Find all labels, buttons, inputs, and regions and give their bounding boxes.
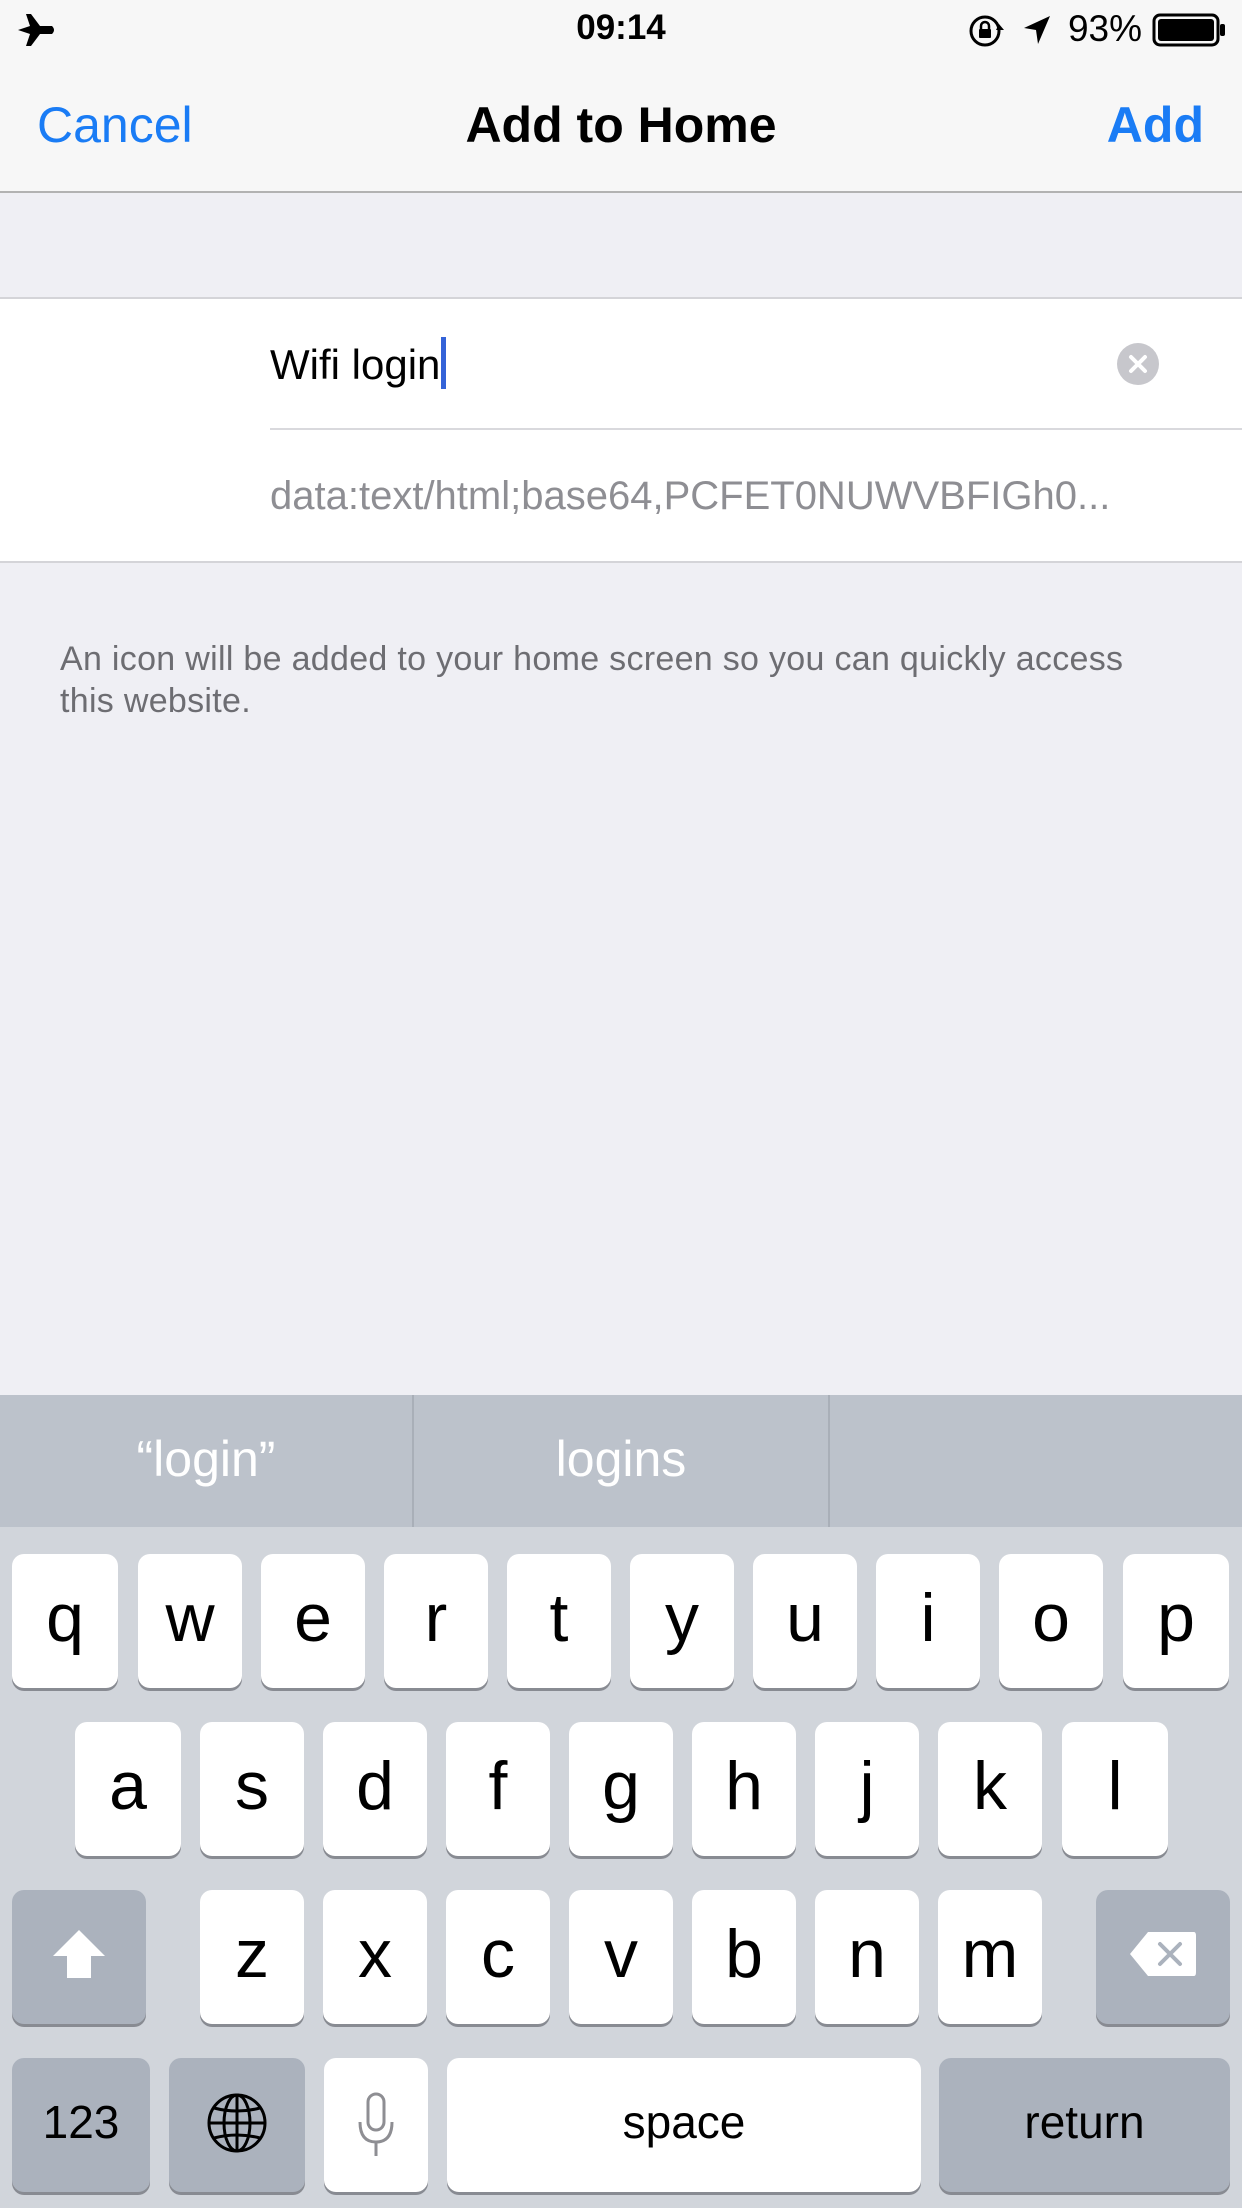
key-h[interactable]: h — [692, 1722, 796, 1856]
key-t[interactable]: t — [507, 1554, 611, 1688]
clear-icon — [1129, 355, 1147, 373]
backspace-icon — [1130, 1932, 1196, 1976]
battery-icon — [1152, 13, 1226, 52]
numbers-key[interactable]: 123 — [12, 2058, 150, 2192]
battery-percentage: 93% — [1067, 8, 1142, 49]
keyboard: “login” logins q w e r t y u i o p a s d… — [0, 1395, 1242, 2208]
key-f[interactable]: f — [446, 1722, 550, 1856]
url-field: data:text/html;base64,PCFET0NUWVBFIGh0..… — [270, 474, 1111, 518]
key-w[interactable]: w — [138, 1554, 242, 1688]
microphone-icon — [358, 2092, 394, 2156]
name-field-value: Wifi login — [270, 341, 441, 388]
key-x[interactable]: x — [323, 1890, 427, 2024]
rotation-lock-icon — [968, 14, 1006, 53]
globe-key[interactable] — [169, 2058, 305, 2192]
key-d[interactable]: d — [323, 1722, 427, 1856]
key-i[interactable]: i — [876, 1554, 980, 1688]
key-n[interactable]: n — [815, 1890, 919, 2024]
key-q[interactable]: q — [12, 1554, 118, 1688]
key-l[interactable]: l — [1062, 1722, 1168, 1856]
key-p[interactable]: p — [1123, 1554, 1229, 1688]
suggestion-bar: “login” logins — [0, 1395, 1242, 1527]
key-s[interactable]: s — [200, 1722, 304, 1856]
key-b[interactable]: b — [692, 1890, 796, 2024]
status-time: 09:14 — [576, 8, 666, 47]
cancel-button[interactable]: Cancel — [37, 96, 193, 154]
globe-icon — [207, 2093, 267, 2153]
navigation-bar: Add to Home Cancel Add — [0, 60, 1242, 193]
return-key[interactable]: return — [939, 2058, 1230, 2192]
shift-key[interactable] — [12, 1890, 146, 2024]
suggestion-2[interactable]: logins — [414, 1395, 828, 1527]
name-field[interactable]: Wifi login — [270, 337, 447, 389]
key-a[interactable]: a — [75, 1722, 181, 1856]
key-k[interactable]: k — [938, 1722, 1042, 1856]
dictation-key[interactable] — [324, 2058, 428, 2192]
key-o[interactable]: o — [999, 1554, 1103, 1688]
location-arrow-icon — [1022, 14, 1052, 51]
key-m[interactable]: m — [938, 1890, 1042, 2024]
suggestion-3[interactable] — [830, 1395, 1242, 1527]
delete-key[interactable] — [1096, 1890, 1230, 2024]
key-u[interactable]: u — [753, 1554, 857, 1688]
key-e[interactable]: e — [261, 1554, 365, 1688]
space-key[interactable]: space — [447, 2058, 921, 2192]
key-g[interactable]: g — [569, 1722, 673, 1856]
key-c[interactable]: c — [446, 1890, 550, 2024]
clear-text-button[interactable] — [1117, 343, 1159, 385]
status-bar: 09:14 93% — [0, 0, 1242, 60]
shift-icon — [53, 1930, 105, 1978]
key-j[interactable]: j — [815, 1722, 919, 1856]
bookmark-form: Wifi login data:text/html;base64,PCFET0N… — [0, 297, 1242, 563]
key-r[interactable]: r — [384, 1554, 488, 1688]
key-y[interactable]: y — [630, 1554, 734, 1688]
add-button[interactable]: Add — [1107, 96, 1204, 154]
text-caret — [441, 337, 447, 389]
key-z[interactable]: z — [200, 1890, 304, 2024]
suggestion-1[interactable]: “login” — [0, 1395, 412, 1527]
field-divider — [270, 428, 1242, 430]
footer-note: An icon will be added to your home scree… — [60, 640, 1124, 720]
key-v[interactable]: v — [569, 1890, 673, 2024]
